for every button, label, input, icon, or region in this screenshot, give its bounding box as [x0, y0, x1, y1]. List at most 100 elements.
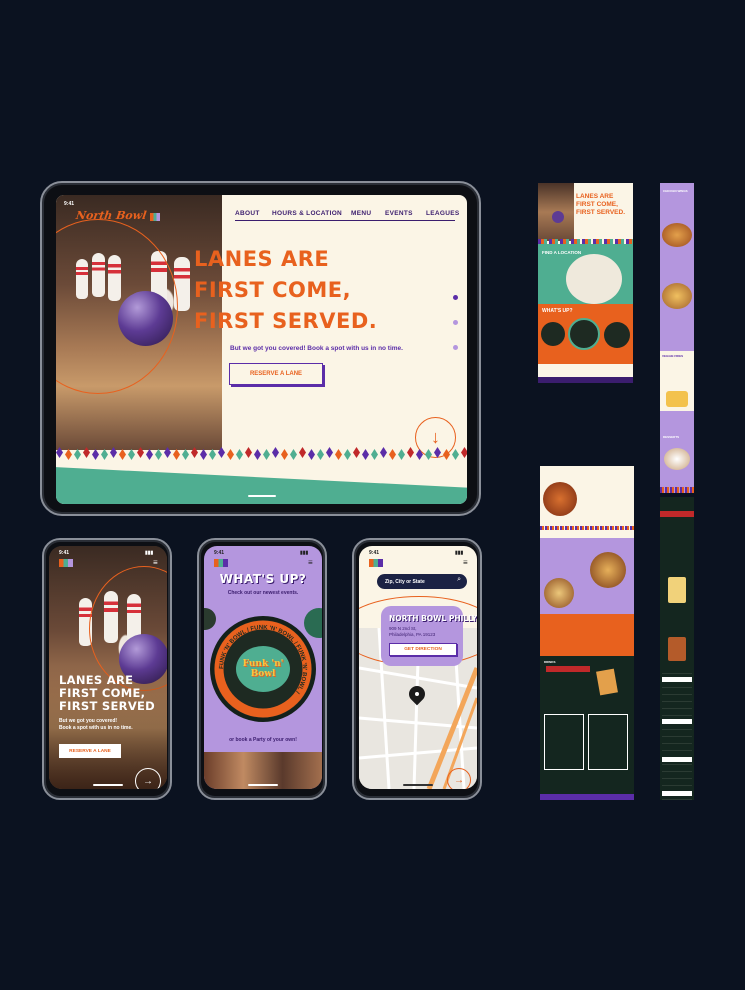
- home-indicator: [248, 495, 276, 497]
- nav-about[interactable]: ABOUT: [235, 210, 260, 217]
- thumb-food: [543, 482, 577, 516]
- next-arrow-icon[interactable]: →: [447, 768, 471, 789]
- menu-mobile-thumbnail[interactable]: CHICKEN WINGS VEGGIE FRIES DESSERTS: [660, 183, 694, 493]
- diamond-shape: [128, 449, 135, 460]
- diamond-shape: [461, 447, 467, 458]
- thumb-desserts: DESSERTS: [663, 435, 680, 439]
- location-card[interactable]: NORTH BOWL PHILLY 909 N 2nd St, Philadel…: [381, 606, 477, 666]
- location-search-input[interactable]: Zip, City or State ⌕: [377, 574, 467, 589]
- hero-headline-line3: FIRST SERVED: [59, 699, 156, 713]
- nav-events[interactable]: EVENTS: [385, 210, 413, 217]
- slide-dot-active[interactable]: [453, 295, 458, 300]
- event-logo: Funk 'n' Bowl: [236, 646, 290, 692]
- thumb-label: [662, 719, 692, 724]
- thumb-red-bar: [546, 666, 590, 672]
- home-indicator: [248, 784, 278, 786]
- brand-logo-icon[interactable]: [369, 559, 383, 567]
- diamond-shape: [155, 449, 162, 460]
- map-pin-dot: [415, 692, 419, 696]
- phone-events-screen: 9:41 ▮▮▮ ≡ WHAT'S UP? Check out our newe…: [204, 546, 322, 789]
- get-direction-button[interactable]: GET DIRECTION: [389, 643, 457, 656]
- thumb-label: [662, 791, 692, 796]
- thumb-drink: [668, 637, 686, 661]
- decor-ring: [56, 219, 178, 394]
- diamond-shape: [362, 449, 369, 460]
- hero-subtext: But we got you covered! Book a spot with…: [59, 718, 133, 732]
- nav-leagues[interactable]: LEAGUES: [426, 210, 460, 217]
- diamond-shape: [371, 449, 378, 460]
- diamond-shape: [101, 449, 108, 460]
- thumb-diamonds: [540, 526, 634, 530]
- thumb-find-location: FIND A LOCATION: [542, 250, 582, 255]
- home-indicator: [403, 784, 433, 786]
- thumb-menu-box: [588, 714, 628, 770]
- diamond-shape: [425, 449, 432, 460]
- thumb-food: [666, 391, 688, 407]
- slide-dot[interactable]: [453, 345, 458, 350]
- thumb-record: [568, 318, 600, 350]
- diamond-shape: [398, 449, 405, 460]
- diamond-shape: [227, 449, 234, 460]
- hero-subtext: But we got you covered! Book a spot with…: [230, 345, 403, 352]
- nav-hours-location[interactable]: HOURS & LOCATION: [272, 210, 342, 217]
- next-arrow-icon[interactable]: →: [135, 768, 161, 789]
- brand-logo[interactable]: North Bowl: [75, 209, 147, 222]
- teal-floor: [56, 467, 467, 504]
- diamond-shape: [92, 449, 99, 460]
- diamond-shape: [209, 449, 216, 460]
- phone-location-mockup: 9:41 ▮▮▮ ≡ Zip, City or State ⌕ NORTH BO…: [352, 538, 482, 800]
- diamond-shape: [353, 447, 360, 458]
- diamond-shape: [56, 447, 63, 458]
- diamond-shape: [200, 449, 207, 460]
- diamond-shape: [389, 449, 396, 460]
- event-logo-line1: Funk 'n': [242, 659, 284, 669]
- brand-logo-icon[interactable]: [59, 559, 73, 567]
- funk-n-bowl-record[interactable]: FUNK 'N' BOWL / FUNK 'N' BOWL / FUNK 'N'…: [210, 616, 316, 722]
- diamond-shape: [290, 449, 297, 460]
- diamond-shape: [137, 447, 144, 458]
- diamond-shape: [443, 449, 450, 460]
- thumb-white-section: VEGGIE FRIES: [660, 351, 694, 411]
- menu-icon[interactable]: ≡: [463, 559, 468, 567]
- search-icon[interactable]: ⌕: [457, 576, 461, 584]
- thumb-food: [590, 552, 626, 588]
- party-link[interactable]: or book a Party of your own!: [204, 737, 322, 743]
- status-time: 9:41: [214, 550, 225, 556]
- homepage-thumbnail[interactable]: LANES ARE FIRST COME, FIRST SERVED. FIND…: [538, 183, 633, 383]
- tablet-screen: 9:41 North Bowl ABOUT HOURS & LOCATION M…: [56, 195, 467, 504]
- diamond-shape: [407, 447, 414, 458]
- thumb-drink: [596, 668, 618, 696]
- hero-headline-line2: FIRST COME,: [194, 278, 352, 302]
- brand-logo-icon[interactable]: [214, 559, 228, 567]
- menu-desktop-thumbnail[interactable]: DRINKS: [540, 466, 634, 800]
- diamond-shape: [272, 447, 279, 458]
- diamond-shape: [416, 449, 423, 460]
- diamond-shape: [146, 449, 153, 460]
- reserve-lane-button[interactable]: RESERVE A LANE: [59, 744, 121, 758]
- thumb-dark-section: DRINKS: [540, 656, 634, 800]
- thumb-label: [662, 677, 692, 682]
- thumb-headline: LANES ARE FIRST COME, FIRST SERVED.: [576, 193, 625, 217]
- thumb-drink: [668, 577, 686, 603]
- diamond-shape: [452, 449, 459, 460]
- diamond-shape: [299, 447, 306, 458]
- status-time: 9:41: [369, 550, 380, 556]
- subtext-line2: Book a spot with us in no time.: [59, 725, 133, 731]
- thumb-menu-box: [544, 714, 584, 770]
- diamond-shape: [263, 449, 270, 460]
- search-placeholder: Zip, City or State: [385, 578, 425, 585]
- drinks-mobile-thumbnail[interactable]: [660, 497, 694, 800]
- menu-icon[interactable]: ≡: [153, 559, 158, 567]
- event-logo-line2: Bowl: [250, 669, 276, 679]
- reserve-lane-button[interactable]: RESERVE A LANE: [229, 363, 323, 385]
- thumb-food: [664, 448, 690, 470]
- slide-dot[interactable]: [453, 320, 458, 325]
- thumb-ball: [552, 211, 564, 223]
- diamond-shape: [74, 449, 81, 460]
- thumb-events-section: WHAT'S UP?: [538, 304, 633, 364]
- diamond-shape: [254, 449, 261, 460]
- diamond-shape: [308, 449, 315, 460]
- logo-stripes: [150, 213, 160, 221]
- nav-menu[interactable]: MENU: [351, 210, 371, 217]
- menu-icon[interactable]: ≡: [308, 559, 313, 567]
